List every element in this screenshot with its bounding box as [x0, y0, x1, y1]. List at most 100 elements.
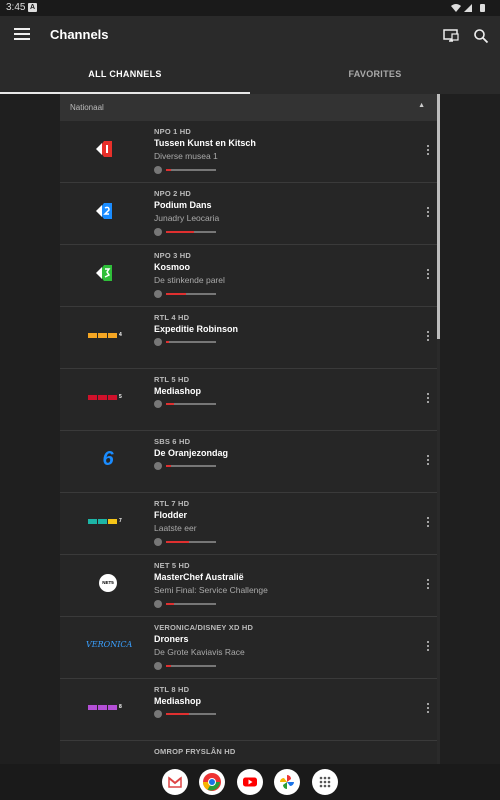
- clock-icon: [154, 400, 162, 408]
- channel-name: OMROP FRYSLÂN HD: [154, 747, 236, 756]
- youtube-icon[interactable]: [237, 769, 263, 795]
- more-options-icon[interactable]: [426, 393, 430, 407]
- channel-row-npo1[interactable]: NPO 1 HD Tussen Kunst en Kitsch Diverse …: [60, 121, 437, 183]
- system-icons: [450, 2, 494, 15]
- channel-row-net5[interactable]: NET5 NET 5 HD MasterChef Australië Semi …: [60, 555, 437, 617]
- rtl8-logo: 8: [88, 695, 128, 719]
- channel-name: RTL 8 HD: [154, 685, 190, 694]
- rtl4-logo: 4: [88, 323, 128, 347]
- progress-bar: [166, 169, 216, 171]
- channel-row-rtl5[interactable]: 5 RTL 5 HD Mediashop: [60, 369, 437, 431]
- program-subtitle: De Grote Kaviavis Race: [154, 647, 245, 657]
- channel-name: RTL 4 HD: [154, 313, 190, 322]
- more-options-icon[interactable]: [426, 641, 430, 655]
- wifi-signal-battery-icon: [451, 4, 485, 12]
- channel-name: NPO 2 HD: [154, 189, 192, 198]
- rtl4-logo-text: 4: [119, 332, 122, 338]
- program-title: Droners: [154, 634, 189, 644]
- channel-name: NPO 3 HD: [154, 251, 192, 260]
- tab-all-channels[interactable]: ALL CHANNELS: [0, 56, 250, 94]
- veronica-logo: VERONICA: [86, 640, 133, 649]
- menu-icon[interactable]: [14, 28, 30, 42]
- rtl7-logo: 7: [88, 509, 128, 533]
- channel-name: NET 5 HD: [154, 561, 190, 570]
- tv-guide-icon[interactable]: [443, 28, 459, 44]
- tab-bar: ALL CHANNELS FAVORITES: [0, 56, 500, 94]
- clock-icon: [154, 710, 162, 718]
- more-options-icon[interactable]: [426, 703, 430, 717]
- page-title: Channels: [50, 27, 109, 42]
- clock-icon: [154, 662, 162, 670]
- photos-icon[interactable]: [274, 769, 300, 795]
- collapse-caret-icon[interactable]: ▲: [418, 102, 425, 109]
- program-title: Mediashop: [154, 386, 202, 396]
- more-options-icon[interactable]: [426, 269, 430, 283]
- program-subtitle: Diverse musea 1: [154, 151, 218, 161]
- progress-bar: [166, 231, 216, 233]
- program-subtitle: De stinkende parel: [154, 275, 225, 285]
- channel-row-rtl7[interactable]: 7 RTL 7 HD Flodder Laatste eer: [60, 493, 437, 555]
- channel-row-npo3[interactable]: NPO 3 HD Kosmoo De stinkende parel: [60, 245, 437, 307]
- search-icon[interactable]: [473, 28, 489, 44]
- channel-row-rtl4[interactable]: 4 RTL 4 HD Expeditie Robinson: [60, 307, 437, 369]
- progress-bar: [166, 465, 216, 467]
- more-options-icon[interactable]: [426, 579, 430, 593]
- progress-bar: [166, 341, 216, 343]
- status-bar: 3:45 A: [0, 0, 500, 16]
- more-options-icon[interactable]: [426, 331, 430, 345]
- rtl5-logo-text: 5: [119, 394, 122, 400]
- clock-icon: [154, 538, 162, 546]
- app-drawer-icon[interactable]: [312, 769, 338, 795]
- rtl8-logo-text: 8: [119, 704, 122, 710]
- clock-icon: [154, 228, 162, 236]
- sbs6-logo: 6: [102, 448, 114, 470]
- channel-row-npo2[interactable]: NPO 2 HD Podium Dans Junadry Leocaria: [60, 183, 437, 245]
- npo3-logo: [88, 261, 128, 285]
- scrollbar-thumb[interactable]: [437, 94, 440, 339]
- npo1-logo: [88, 137, 128, 161]
- rtl7-logo-text: 7: [119, 518, 122, 524]
- notification-icon: A: [28, 3, 37, 12]
- net5-logo: NET5: [88, 571, 128, 595]
- channel-name: SBS 6 HD: [154, 437, 191, 446]
- clock-icon: [154, 338, 162, 346]
- program-title: MasterChef Australië: [154, 572, 244, 582]
- more-options-icon[interactable]: [426, 517, 430, 531]
- program-title: Mediashop: [154, 696, 202, 706]
- scrollbar[interactable]: [437, 94, 440, 764]
- channel-row-omrop[interactable]: OMROP FRYSLÂN HD: [60, 741, 437, 764]
- program-title: Expeditie Robinson: [154, 324, 239, 334]
- clock-icon: [154, 462, 162, 470]
- clock-icon: [154, 600, 162, 608]
- tab-favorites[interactable]: FAVORITES: [250, 56, 500, 94]
- progress-bar: [166, 665, 216, 667]
- program-subtitle: Junadry Leocaria: [154, 213, 220, 223]
- channel-row-sbs6[interactable]: 6 SBS 6 HD De Oranjezondag: [60, 431, 437, 493]
- program-title: Flodder: [154, 510, 187, 520]
- progress-bar: [166, 603, 216, 605]
- rtl5-logo: 5: [88, 385, 128, 409]
- section-header-nationaal[interactable]: Nationaal ▲: [60, 94, 437, 121]
- channel-list[interactable]: Nationaal ▲ NPO 1 HD Tussen Kunst en Kit…: [60, 94, 437, 764]
- program-subtitle: Laatste eer: [154, 523, 197, 533]
- progress-bar: [166, 541, 216, 543]
- program-title: De Oranjezondag: [154, 448, 229, 458]
- channel-row-veronica[interactable]: VERONICA VERONICA/DISNEY XD HD Droners D…: [60, 617, 437, 679]
- more-options-icon[interactable]: [426, 455, 430, 469]
- channel-name: NPO 1 HD: [154, 127, 192, 136]
- channel-row-rtl8[interactable]: 8 RTL 8 HD Mediashop: [60, 679, 437, 741]
- more-options-icon[interactable]: [426, 207, 430, 221]
- progress-bar: [166, 713, 216, 715]
- more-options-icon[interactable]: [426, 145, 430, 159]
- channel-name: VERONICA/DISNEY XD HD: [154, 623, 254, 632]
- npo2-logo: [88, 199, 128, 223]
- chrome-icon[interactable]: [199, 769, 225, 795]
- app-bar: Channels: [0, 16, 500, 56]
- progress-bar: [166, 403, 216, 405]
- channel-name: RTL 7 HD: [154, 499, 190, 508]
- section-label: Nationaal: [70, 103, 104, 112]
- gmail-icon[interactable]: [162, 769, 188, 795]
- program-subtitle: Semi Final: Service Challenge: [154, 585, 268, 595]
- progress-bar: [166, 293, 216, 295]
- program-title: Tussen Kunst en Kitsch: [154, 138, 256, 148]
